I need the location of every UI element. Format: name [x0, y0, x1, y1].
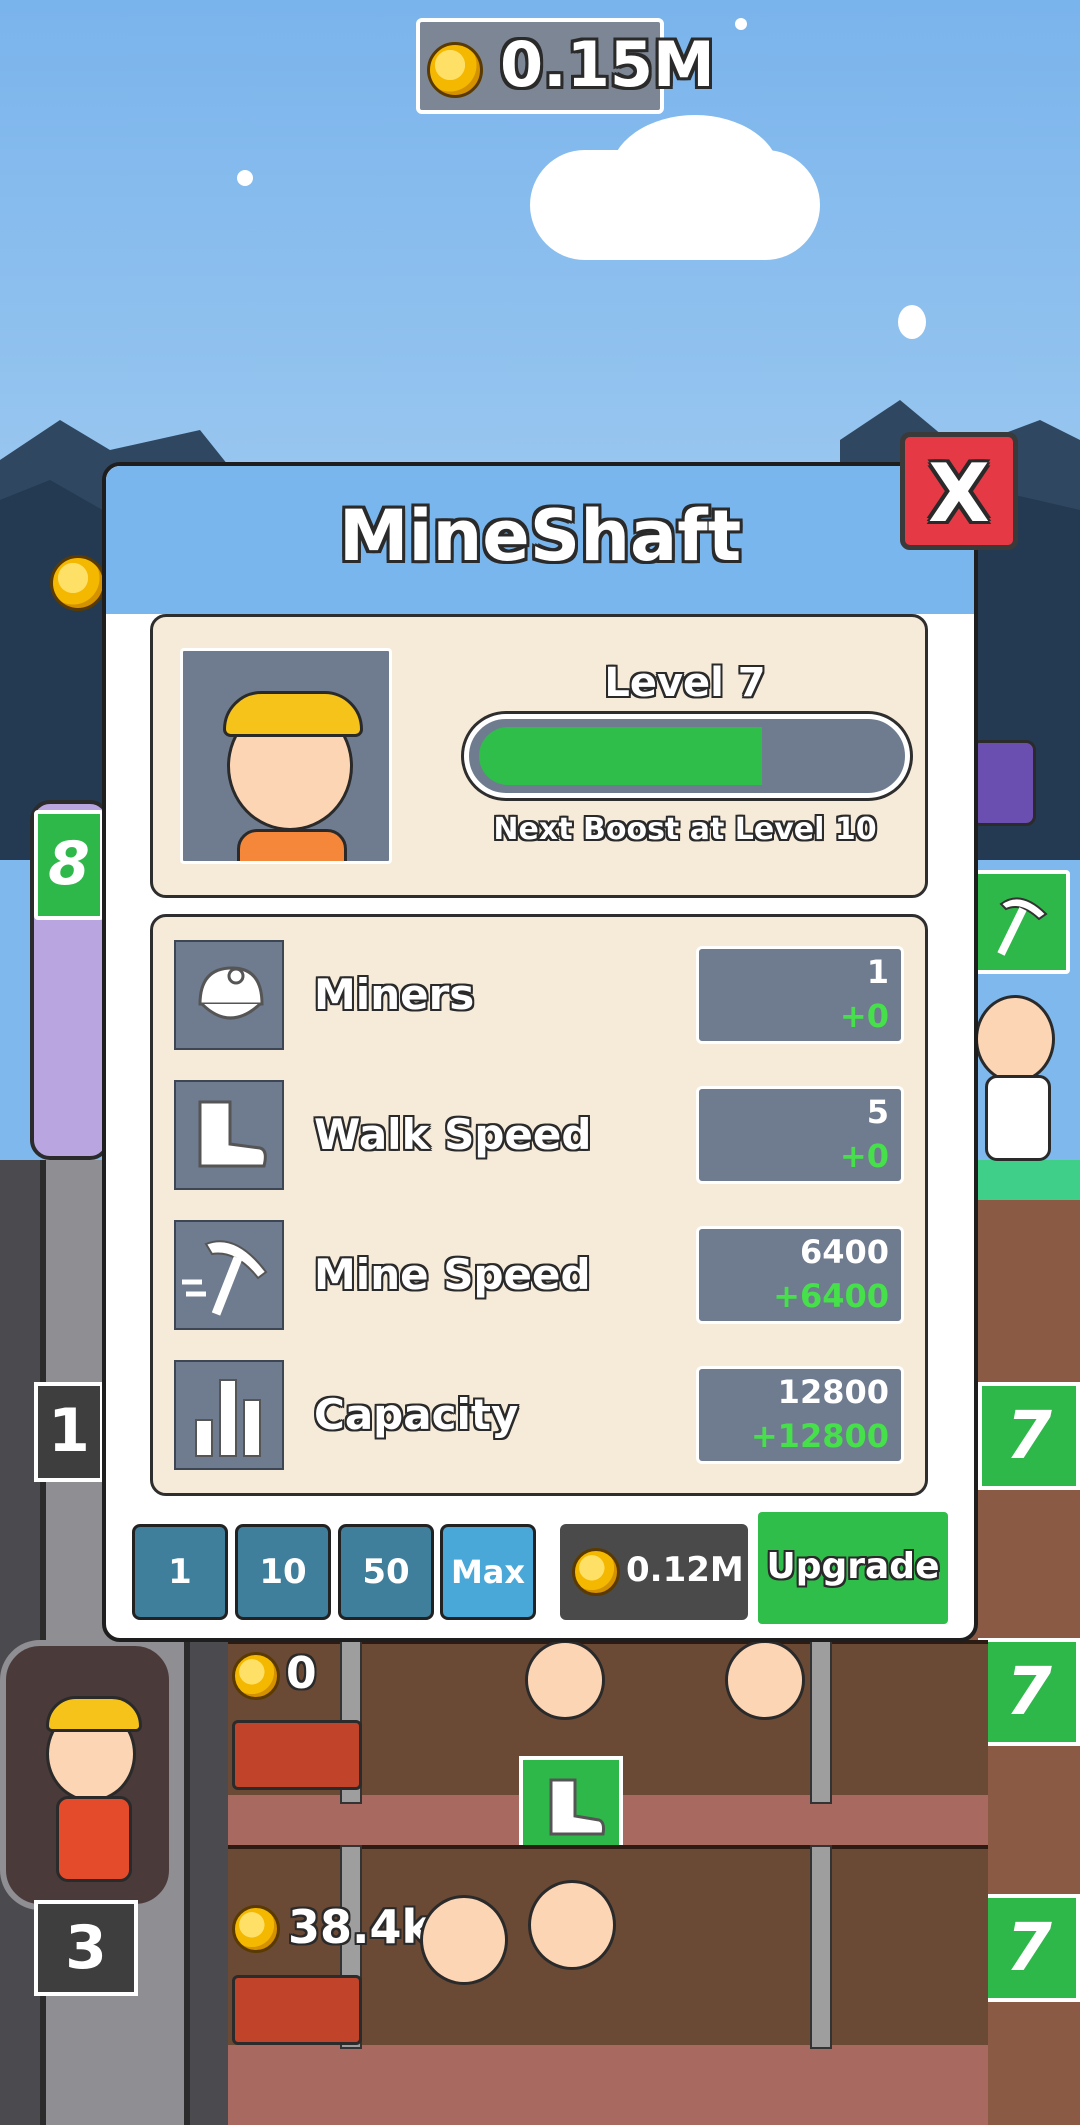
level-progress-fill: [479, 727, 762, 785]
floor-ledge: [228, 2045, 988, 2125]
stat-increase: +12800: [750, 1417, 889, 1455]
panel-title: MineShaft: [338, 495, 742, 577]
boot-icon: [198, 1100, 267, 1168]
quantity-50-button[interactable]: 50: [338, 1524, 434, 1620]
miner-helmet: [46, 1696, 142, 1732]
quantity-1-button[interactable]: 1: [132, 1524, 228, 1620]
stat-label: Capacity: [314, 1390, 519, 1439]
stat-increase: +0: [839, 997, 889, 1035]
manager-body: [985, 1075, 1051, 1161]
miner-character[interactable]: [725, 1640, 805, 1720]
warehouse-machine: [970, 740, 1036, 826]
mine-speed-boost-button[interactable]: [972, 870, 1070, 974]
upgrade-button-label: Upgrade: [766, 1546, 940, 1587]
stat-label: Walk Speed: [314, 1110, 592, 1159]
stat-increase: +0: [839, 1137, 889, 1175]
elevator-manager-frame[interactable]: [0, 1640, 175, 1910]
support-beam: [810, 1640, 832, 1804]
shaft-chest[interactable]: [232, 1720, 362, 1790]
close-icon: X: [928, 447, 990, 540]
shaft-level-badge-1[interactable]: 7: [978, 1382, 1080, 1490]
miner-character[interactable]: [420, 1895, 508, 1985]
stat-value-box: 5 +0: [696, 1086, 904, 1184]
miner-character[interactable]: [528, 1880, 616, 1970]
shaft-level-badge-2[interactable]: 7: [978, 1638, 1080, 1746]
manager-character[interactable]: [975, 995, 1055, 1083]
stat-increase: +6400: [773, 1277, 889, 1315]
coin-icon: [232, 1905, 280, 1953]
coin-total: 0.15M: [500, 28, 715, 101]
stat-icon-mine-speed: [174, 1220, 284, 1330]
quantity-10-button[interactable]: 10: [235, 1524, 331, 1620]
level-label: Level 7: [604, 660, 766, 706]
stat-value: 6400: [799, 1233, 889, 1271]
coin-icon: [572, 1548, 620, 1596]
elevator-level-badge-3[interactable]: 3: [34, 1900, 138, 1996]
stat-label: Mine Speed: [314, 1250, 591, 1299]
stat-icon-walk-speed: [174, 1080, 284, 1190]
stat-label: Miners: [314, 970, 475, 1019]
upgrade-cost-value: 0.12M: [626, 1550, 744, 1590]
shaft-coin-amount: 38.4k: [288, 1900, 433, 1954]
manager-portrait[interactable]: [180, 648, 392, 864]
sky-dot: [735, 18, 747, 30]
shaft-level-badge-3[interactable]: 7: [978, 1894, 1080, 2002]
coin-icon: [232, 1652, 280, 1700]
boot-icon: [549, 1778, 605, 1836]
next-boost-label: Next Boost at Level 10: [493, 812, 877, 847]
stat-value: 12800: [777, 1373, 889, 1411]
shaft-coin-amount: 0: [286, 1648, 317, 1699]
coin-icon: [427, 42, 483, 98]
coin-icon: [50, 555, 106, 611]
miner-helmet: [223, 691, 363, 737]
upgrade-button[interactable]: Upgrade: [758, 1512, 948, 1624]
stat-icon-capacity: [174, 1360, 284, 1470]
close-button[interactable]: X: [900, 432, 1018, 550]
elevator-manager-body: [56, 1796, 132, 1882]
miner-shirt: [237, 829, 347, 861]
pickaxe-icon: [182, 1240, 268, 1316]
badge-left-8[interactable]: 8: [34, 810, 104, 920]
pickaxe-icon: [997, 897, 1048, 956]
sky-dot: [898, 305, 926, 339]
sky-dot: [237, 170, 253, 186]
stat-value: 5: [866, 1093, 889, 1131]
elevator-level-badge[interactable]: 1: [34, 1382, 104, 1482]
bar-chart-icon: [195, 1379, 261, 1457]
stat-value-box: 1 +0: [696, 946, 904, 1044]
stat-value-box: 6400 +6400: [696, 1226, 904, 1324]
stat-value-box: 12800 +12800: [696, 1366, 904, 1464]
stat-value: 1: [866, 953, 889, 991]
support-beam: [810, 1845, 832, 2049]
cloud: [610, 115, 780, 235]
grass-strip: [960, 1160, 1080, 1200]
shaft-chest[interactable]: [232, 1975, 362, 2045]
miner-helmet-icon: [198, 966, 264, 1020]
miner-character[interactable]: [525, 1640, 605, 1720]
quantity-max-button[interactable]: Max: [440, 1524, 536, 1620]
level-progress-bar: [464, 714, 910, 798]
stat-icon-miners: [174, 940, 284, 1050]
